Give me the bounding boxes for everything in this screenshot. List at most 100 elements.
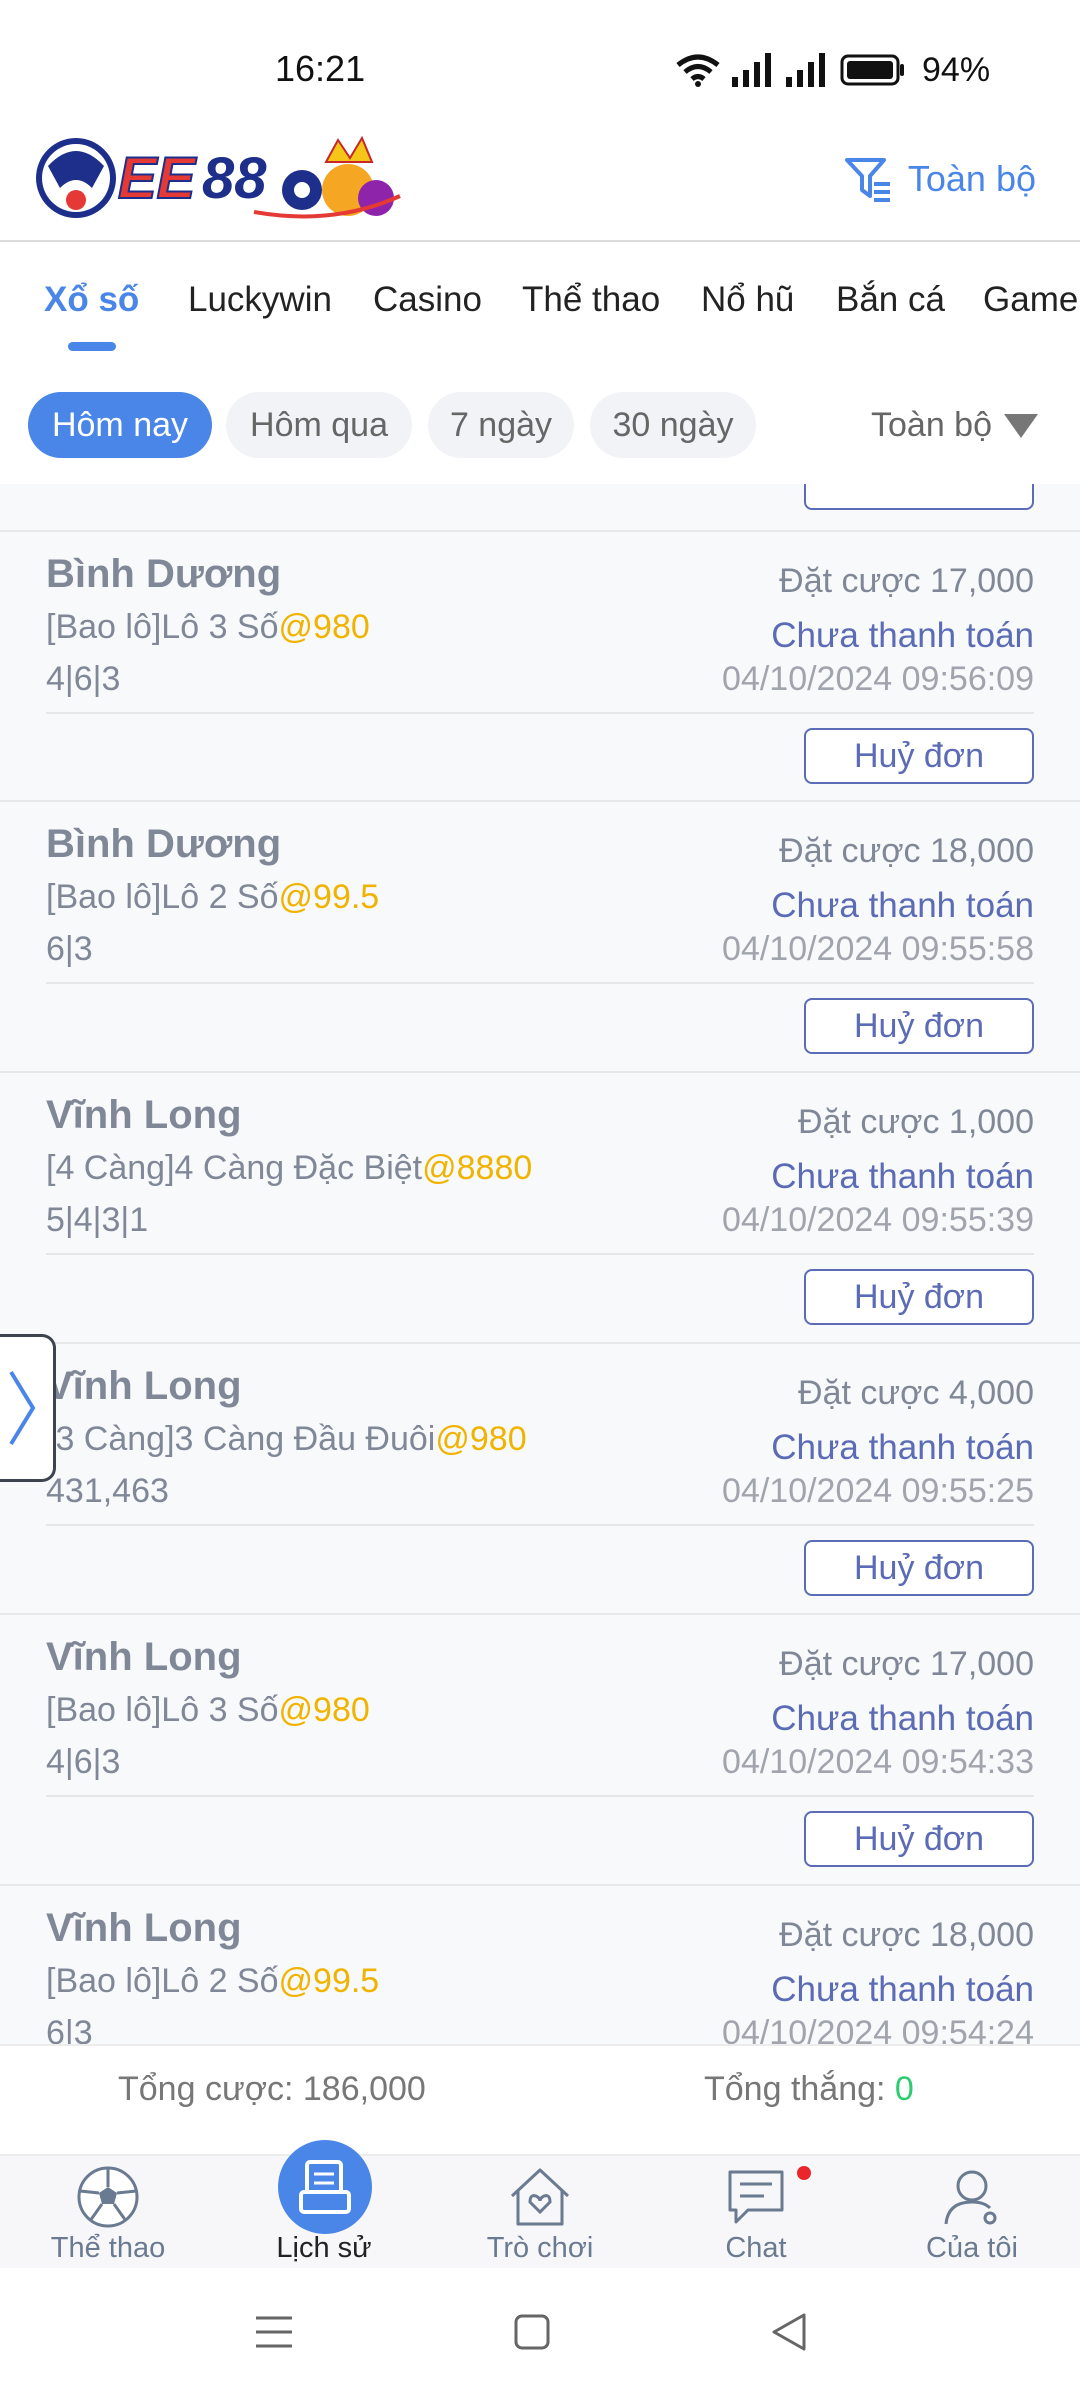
status-dropdown-label: Toàn bộ: [871, 406, 992, 444]
user-icon: [936, 2164, 1008, 2230]
cancel-order-button[interactable]: Huỷ đơn: [804, 1269, 1034, 1325]
bet-item: Vĩnh Long [3 Càng]3 Càng Đầu Đuôi@980 43…: [0, 1342, 1080, 1612]
active-tab-indicator: [68, 342, 116, 351]
nav-sports[interactable]: Thể thao: [28, 2164, 188, 2270]
bet-region: Bình Dương: [46, 552, 282, 596]
bet-region: Vĩnh Long: [46, 1364, 242, 1408]
cancel-order-button[interactable]: Huỷ đơn: [804, 1540, 1034, 1596]
status-dropdown[interactable]: Toàn bộ: [871, 406, 1038, 445]
bet-item: Vĩnh Long [4 Càng]4 Càng Đặc Biệt@8880 5…: [0, 1071, 1080, 1341]
bet-time: 04/10/2024 09:55:58: [722, 930, 1034, 968]
bet-status: Chưa thanh toán: [771, 616, 1034, 655]
nav-history-label: Lịch sử: [276, 2232, 372, 2264]
bet-numbers: 5|4|3|1: [46, 1201, 149, 1239]
cancel-order-button-partial[interactable]: [804, 484, 1034, 510]
cancel-order-button[interactable]: Huỷ đơn: [804, 998, 1034, 1054]
nav-games[interactable]: Trò chơi: [460, 2164, 620, 2270]
category-tabs: Xổ số Luckywin Casino Thể thao Nổ hũ Bắn…: [0, 244, 1080, 364]
bet-status: Chưa thanh toán: [771, 1699, 1034, 1738]
bet-status: Chưa thanh toán: [771, 1157, 1034, 1196]
status-bar: 16:21 94%: [0, 0, 1080, 120]
chip-yesterday[interactable]: Hôm qua: [226, 392, 412, 458]
chat-notification-badge: [797, 2166, 811, 2180]
bet-numbers: 4|6|3: [46, 1743, 121, 1781]
tab-no-hu[interactable]: Nổ hũ: [701, 280, 794, 320]
bet-time: 04/10/2024 09:54:33: [722, 1743, 1034, 1781]
bet-odds: @980: [278, 608, 370, 646]
chip-today[interactable]: Hôm nay: [28, 392, 212, 458]
total-win: Tổng thắng: 0: [704, 2070, 914, 2108]
total-bet: Tổng cược: 186,000: [118, 2070, 426, 2108]
filter-all-button[interactable]: Toàn bộ: [844, 156, 1036, 202]
signal-icon: [786, 53, 825, 87]
chevron-right-icon: [8, 1370, 35, 1446]
tab-game[interactable]: Game: [983, 280, 1078, 320]
soccer-ball-icon: [72, 2164, 144, 2230]
bet-time: 04/10/2024 09:56:09: [722, 660, 1034, 698]
home-heart-icon: [504, 2164, 576, 2230]
tab-xo-so[interactable]: Xổ số: [44, 280, 139, 320]
bet-item: Bình Dương [Bao lô]Lô 2 Số@99.5 6|3 Đặt …: [0, 800, 1080, 1070]
nav-account[interactable]: Của tôi: [892, 2164, 1052, 2270]
system-nav-bar: [0, 2268, 1080, 2400]
bet-item: Bình Dương [Bao lô]Lô 3 Số@980 4|6|3 Đặt…: [0, 530, 1080, 800]
bet-type: [Bao lô]Lô 2 Số@99.5: [46, 1962, 380, 2000]
chip-30-days[interactable]: 30 ngày: [590, 392, 756, 458]
history-icon[interactable]: [278, 2140, 372, 2234]
nav-chat[interactable]: Chat: [676, 2164, 836, 2270]
screen: 16:21 94% EE 88 Toàn bộ Xổ số Luckywin C…: [0, 0, 1080, 2400]
nav-games-label: Trò chơi: [486, 2232, 594, 2264]
tab-the-thao[interactable]: Thể thao: [522, 280, 660, 320]
bottom-nav: Thể thao Lịch sử Trò chơi Chat Của tôi: [0, 2154, 1080, 2268]
ee88-logo[interactable]: EE 88: [34, 126, 404, 226]
bet-odds: @980: [435, 1420, 527, 1458]
bet-region: Vĩnh Long: [46, 1635, 242, 1679]
cancel-order-button[interactable]: Huỷ đơn: [804, 1811, 1034, 1867]
signal-icon: [732, 53, 771, 87]
divider: [46, 982, 1034, 984]
cancel-order-button[interactable]: Huỷ đơn: [804, 728, 1034, 784]
bet-item: Vĩnh Long [Bao lô]Lô 3 Số@980 4|6|3 Đặt …: [0, 1613, 1080, 1883]
totals-bar: Tổng cược: 186,000 Tổng thắng: 0: [0, 2044, 1080, 2154]
bet-amount: Đặt cược 18,000: [779, 832, 1034, 870]
tab-luckywin[interactable]: Luckywin: [188, 280, 332, 320]
bet-amount: Đặt cược 17,000: [779, 562, 1034, 600]
filter-icon: [844, 158, 890, 202]
bet-odds: @99.5: [278, 1962, 380, 2000]
svg-text:88: 88: [202, 146, 267, 211]
divider: [46, 1795, 1034, 1797]
total-win-value: 0: [894, 2070, 914, 2108]
tab-ban-ca[interactable]: Bắn cá: [836, 280, 945, 320]
bet-numbers: 6|3: [46, 930, 93, 968]
tab-casino[interactable]: Casino: [373, 280, 482, 320]
bet-type: [4 Càng]4 Càng Đặc Biệt@8880: [46, 1149, 533, 1187]
battery-percent: 94%: [922, 50, 991, 89]
bet-region: Vĩnh Long: [46, 1093, 242, 1137]
bet-amount: Đặt cược 18,000: [779, 1916, 1034, 1954]
divider: [46, 712, 1034, 714]
bet-odds: @8880: [422, 1149, 533, 1187]
date-filter-bar: Hôm nay Hôm qua 7 ngày 30 ngày Toàn bộ: [0, 380, 1080, 480]
bet-status: Chưa thanh toán: [771, 1428, 1034, 1467]
back-icon[interactable]: [770, 2312, 808, 2352]
divider: [46, 1253, 1034, 1255]
menu-icon[interactable]: [254, 2314, 294, 2350]
chip-7-days[interactable]: 7 ngày: [428, 392, 574, 458]
home-square-icon[interactable]: [514, 2314, 550, 2350]
bet-history-list[interactable]: Bình Dương [Bao lô]Lô 3 Số@980 4|6|3 Đặt…: [0, 484, 1080, 2044]
filter-all-label: Toàn bộ: [907, 158, 1036, 199]
nav-account-label: Của tôi: [926, 2232, 1018, 2264]
bet-time: 04/10/2024 09:55:39: [722, 1201, 1034, 1239]
battery-icon: [840, 54, 904, 86]
side-drawer-handle[interactable]: [0, 1334, 56, 1482]
divider: [46, 1524, 1034, 1526]
svg-text:EE: EE: [118, 146, 198, 211]
bet-amount: Đặt cược 4,000: [798, 1374, 1034, 1412]
bet-type: [3 Càng]3 Càng Đầu Đuôi@980: [46, 1420, 527, 1458]
bet-type: [Bao lô]Lô 2 Số@99.5: [46, 878, 380, 916]
bet-item: Vĩnh Long [Bao lô]Lô 2 Số@99.5 6|3 Đặt c…: [0, 1884, 1080, 2044]
caret-down-icon: [1004, 413, 1038, 438]
wifi-icon: [676, 54, 720, 87]
bet-time: 04/10/2024 09:55:25: [722, 1472, 1034, 1510]
bet-odds: @980: [278, 1691, 370, 1729]
